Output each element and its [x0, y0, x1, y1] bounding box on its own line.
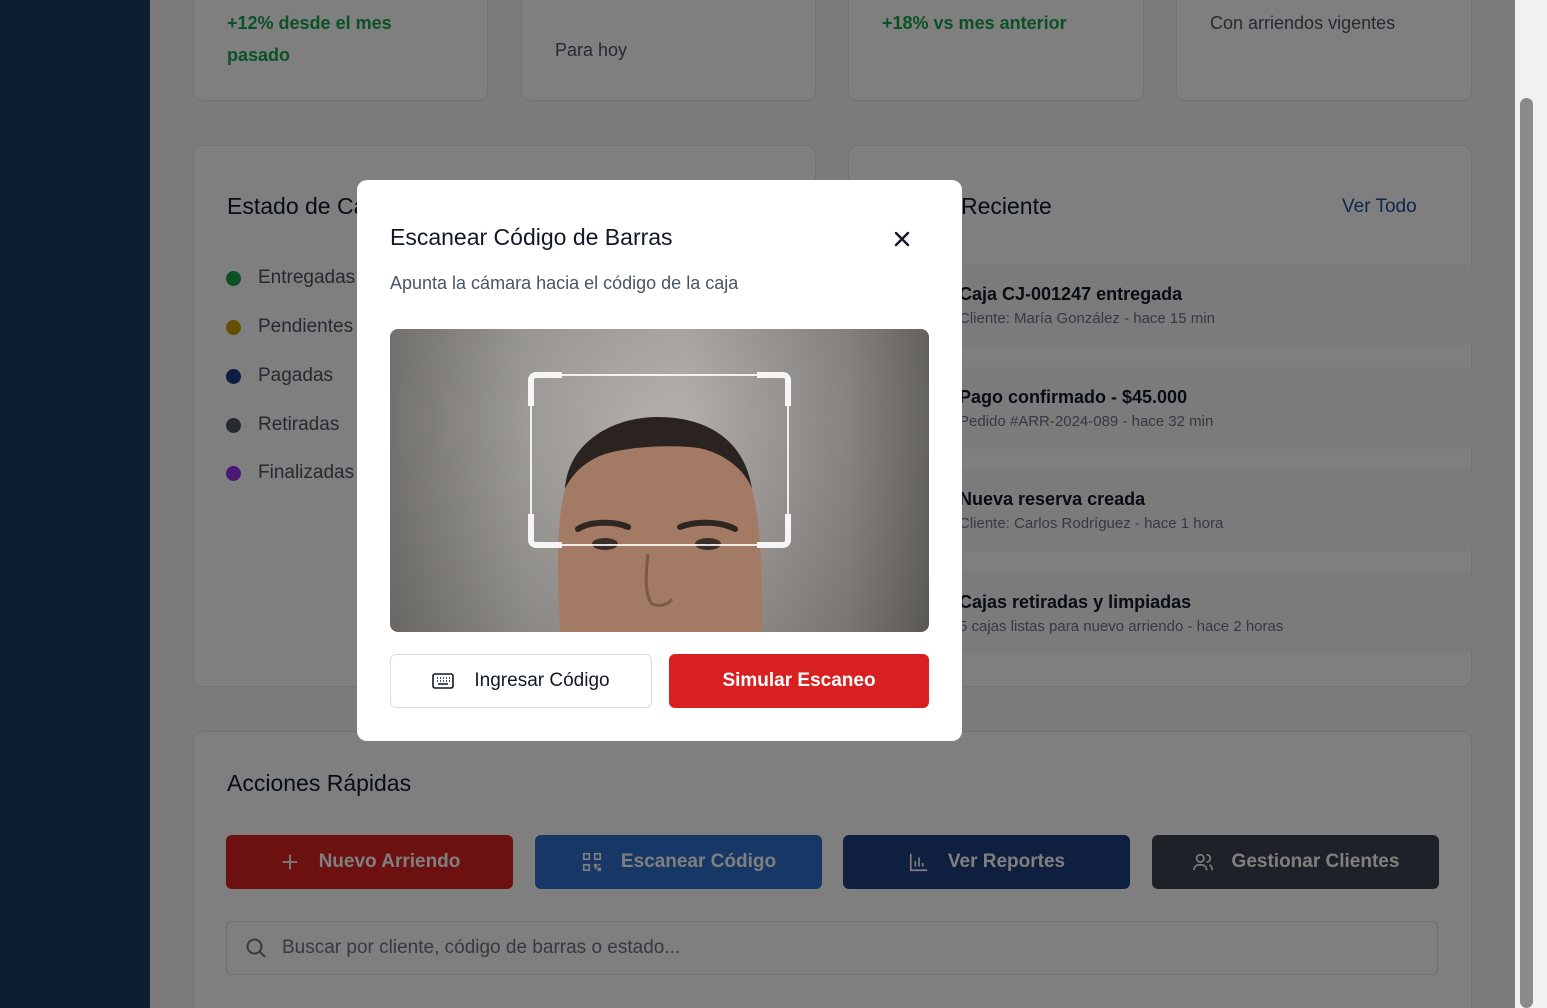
scan-barcode-modal: Escanear Código de Barras Apunta la cáma…: [357, 180, 962, 741]
scan-frame-corner: [757, 514, 791, 548]
scan-frame-corner: [528, 514, 562, 548]
scan-frame-corner: [528, 372, 562, 406]
close-button[interactable]: [889, 226, 915, 252]
close-icon: [894, 231, 910, 247]
scrollbar-thumb[interactable]: [1520, 98, 1533, 1008]
scan-frame: [528, 372, 791, 548]
simulate-scan-button[interactable]: Simular Escaneo: [669, 654, 929, 708]
scan-frame-corner: [757, 372, 791, 406]
modal-subtitle: Apunta la cámara hacia el código de la c…: [390, 273, 739, 293]
scrollbar[interactable]: [1515, 0, 1547, 1008]
modal-title: Escanear Código de Barras: [390, 224, 673, 250]
simulate-scan-button-label: Simular Escaneo: [722, 670, 876, 691]
keyboard-icon: [432, 673, 455, 689]
camera-preview: [390, 329, 929, 632]
enter-code-button-label: Ingresar Código: [474, 670, 610, 691]
enter-code-button[interactable]: Ingresar Código: [390, 654, 652, 708]
